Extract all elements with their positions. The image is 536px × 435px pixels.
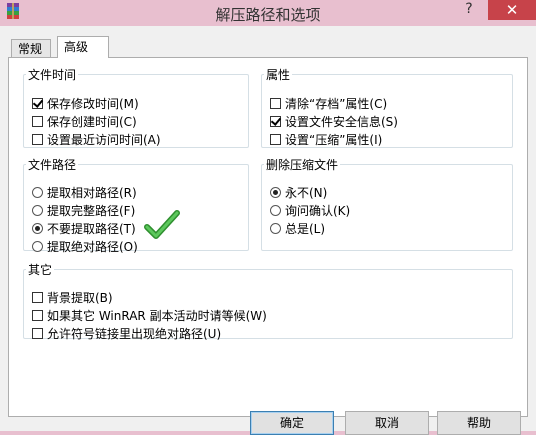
group-delete-archive: 删除压缩文件 永不(N) 询问确认(K) 总是(L) — [261, 156, 513, 251]
checkbox-box[interactable] — [32, 328, 43, 339]
checkbox-label: 保存创建时间(C) — [47, 115, 137, 129]
tab-panel-advanced: 文件时间 保存修改时间(M) 保存创建时间(C) 设置最近访问时间(A) 属性 … — [8, 57, 528, 417]
radio-delete-never[interactable]: 永不(N) — [270, 185, 327, 202]
group-file-path: 文件路径 提取相对路径(R) 提取完整路径(F) 不要提取路径(T) 提取绝对路… — [23, 156, 249, 254]
checkbox-set-security-info[interactable]: 设置文件安全信息(S) — [270, 114, 398, 131]
checkbox-wait-other-copy[interactable]: 如果其它 WinRAR 副本活动时请等候(W) — [32, 308, 267, 325]
radio-button[interactable] — [32, 223, 43, 234]
ok-button[interactable]: 确定 — [250, 411, 334, 435]
radio-delete-ask[interactable]: 询问确认(K) — [270, 203, 350, 220]
checkbox-label: 设置“压缩”属性(I) — [285, 133, 383, 147]
checkbox-label: 清除“存档”属性(C) — [285, 97, 388, 111]
radio-full-path[interactable]: 提取完整路径(F) — [32, 203, 135, 220]
checkbox-keep-modified-time[interactable]: 保存修改时间(M) — [32, 96, 139, 113]
checkbox-box[interactable] — [32, 292, 43, 303]
radio-button[interactable] — [32, 205, 43, 216]
group-file-time-label: 文件时间 — [28, 68, 77, 82]
checkbox-label: 保存修改时间(M) — [47, 97, 139, 111]
title-help-button[interactable]: ? — [458, 0, 480, 18]
checkbox-box[interactable] — [270, 116, 281, 127]
green-checkmark-icon — [144, 210, 180, 239]
checkbox-box[interactable] — [32, 310, 43, 321]
help-button[interactable]: 帮助 — [437, 411, 521, 435]
tab-advanced[interactable]: 高级 — [57, 36, 109, 58]
radio-label: 提取相对路径(R) — [47, 186, 137, 200]
radio-label: 提取绝对路径(O) — [47, 240, 138, 254]
checkbox-box[interactable] — [32, 134, 43, 145]
checkbox-box[interactable] — [270, 98, 281, 109]
radio-absolute-path[interactable]: 提取绝对路径(O) — [32, 239, 138, 256]
checkbox-background-extract[interactable]: 背景提取(B) — [32, 290, 113, 307]
radio-no-path[interactable]: 不要提取路径(T) — [32, 221, 136, 238]
checkbox-box[interactable] — [32, 98, 43, 109]
radio-label: 提取完整路径(F) — [47, 204, 136, 218]
group-misc-label: 其它 — [28, 263, 53, 277]
radio-label: 不要提取路径(T) — [47, 222, 136, 236]
radio-button[interactable] — [270, 223, 281, 234]
group-file-path-label: 文件路径 — [28, 158, 77, 172]
checkbox-box[interactable] — [270, 134, 281, 145]
checkbox-set-compressed-attr[interactable]: 设置“压缩”属性(I) — [270, 132, 382, 149]
radio-label: 总是(L) — [285, 222, 326, 236]
radio-delete-always[interactable]: 总是(L) — [270, 221, 325, 238]
tab-general[interactable]: 常规 — [11, 39, 51, 57]
group-delete-archive-label: 删除压缩文件 — [266, 158, 339, 172]
checkbox-label: 如果其它 WinRAR 副本活动时请等候(W) — [47, 309, 267, 323]
checkbox-label: 设置最近访问时间(A) — [47, 133, 161, 147]
group-misc: 其它 背景提取(B) 如果其它 WinRAR 副本活动时请等候(W) 允许符号链… — [23, 261, 513, 341]
radio-relative-path[interactable]: 提取相对路径(R) — [32, 185, 137, 202]
checkbox-set-access-time[interactable]: 设置最近访问时间(A) — [32, 132, 161, 149]
group-file-time: 文件时间 保存修改时间(M) 保存创建时间(C) 设置最近访问时间(A) — [23, 66, 249, 148]
group-attributes: 属性 清除“存档”属性(C) 设置文件安全信息(S) 设置“压缩”属性(I) — [261, 66, 513, 148]
radio-button[interactable] — [270, 187, 281, 198]
checkbox-clear-archive-attr[interactable]: 清除“存档”属性(C) — [270, 96, 387, 113]
checkbox-allow-absolute-symlinks[interactable]: 允许符号链接里出现绝对路径(U) — [32, 326, 221, 343]
checkbox-keep-created-time[interactable]: 保存创建时间(C) — [32, 114, 137, 131]
cancel-button[interactable]: 取消 — [345, 411, 429, 435]
window-title: 解压路径和选项 — [215, 6, 321, 24]
radio-button[interactable] — [32, 241, 43, 252]
group-attributes-label: 属性 — [266, 68, 291, 82]
dialog-body: 常规 高级 文件时间 保存修改时间(M) 保存创建时间(C) 设置最近访问时间(… — [0, 26, 536, 435]
checkbox-label: 设置文件安全信息(S) — [285, 115, 398, 129]
radio-button[interactable] — [32, 187, 43, 198]
close-button[interactable]: ✕ — [488, 0, 536, 20]
checkbox-label: 允许符号链接里出现绝对路径(U) — [47, 327, 222, 341]
checkbox-label: 背景提取(B) — [47, 291, 113, 305]
title-bar: 解压路径和选项 ? ✕ — [0, 0, 536, 26]
radio-label: 永不(N) — [285, 186, 328, 200]
radio-button[interactable] — [270, 205, 281, 216]
checkbox-box[interactable] — [32, 116, 43, 127]
radio-label: 询问确认(K) — [285, 204, 351, 218]
